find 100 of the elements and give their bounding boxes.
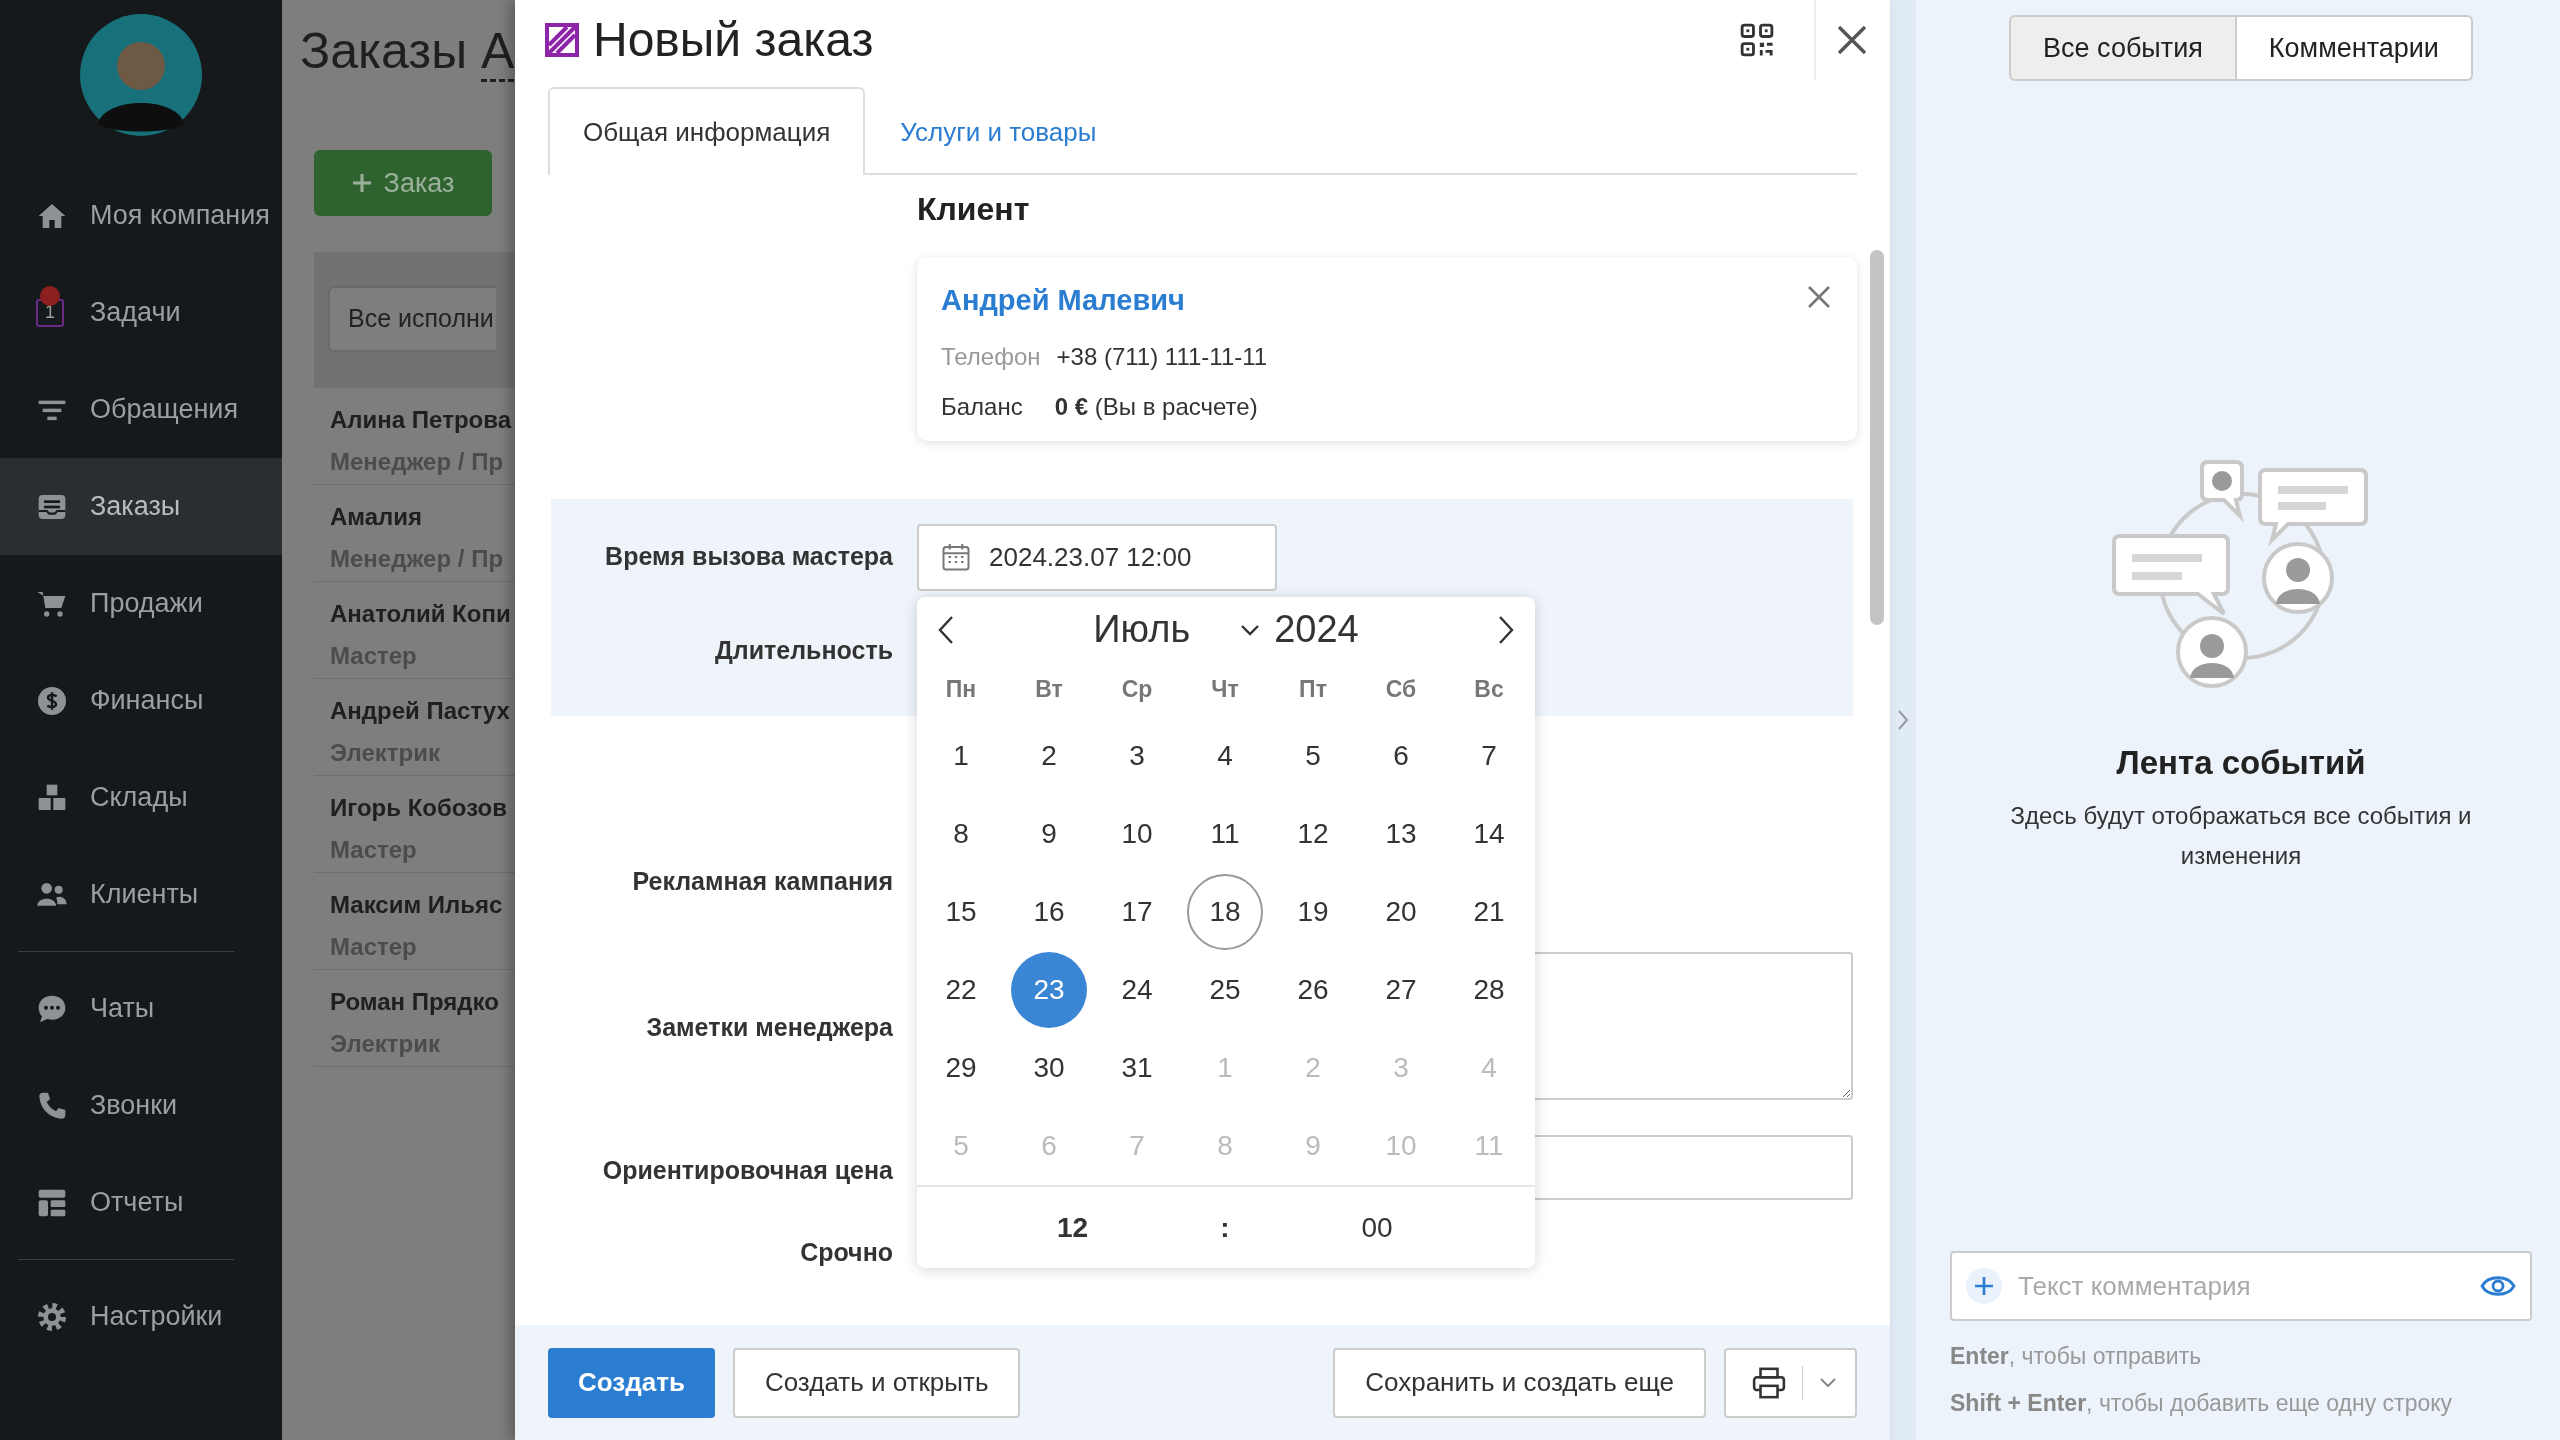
calendar-day[interactable]: 18 — [1187, 874, 1263, 950]
next-month-button[interactable] — [1497, 614, 1515, 645]
calendar-day[interactable]: 22 — [923, 952, 999, 1028]
calendar-day[interactable]: 8 — [923, 796, 999, 872]
field-label: Телефон — [941, 341, 1041, 372]
calendar-day[interactable]: 7 — [1451, 718, 1527, 794]
caret-icon — [1819, 1376, 1837, 1389]
page-title: Заказы — [300, 23, 469, 79]
phone-value: +38 (711) 111-11-11 — [1056, 341, 1268, 372]
sidebar-item[interactable]: Склады — [0, 749, 282, 846]
field-label: Время вызова мастера — [604, 541, 893, 573]
qr-code-button[interactable] — [1740, 23, 1774, 57]
calendar-day[interactable]: 30 — [1011, 1030, 1087, 1106]
weekday-label: Вт — [1035, 675, 1063, 705]
weekday-label: Пт — [1299, 675, 1327, 705]
sidebar-item[interactable]: 1 Задачи — [0, 264, 282, 361]
calendar-day[interactable]: 20 — [1363, 874, 1439, 950]
print-split-button[interactable] — [1724, 1347, 1857, 1418]
sidebar-item[interactable]: Клиенты — [0, 846, 282, 943]
calendar-day[interactable]: 4 — [1187, 718, 1263, 794]
calendar-day[interactable]: 9 — [1011, 796, 1087, 872]
sidebar-item[interactable]: Заказы — [0, 458, 282, 555]
month-dropdown[interactable]: Июль — [1093, 601, 1261, 658]
sidebar-item[interactable]: Настройки — [0, 1268, 282, 1365]
filter-toggle[interactable]: Все события — [2009, 15, 2237, 81]
calendar-day[interactable]: 14 — [1451, 796, 1527, 872]
field-label: Баланс — [941, 391, 1023, 422]
balance-value: 0 € (Вы в расчете) — [1054, 391, 1258, 422]
sidebar-item[interactable]: Отчеты — [0, 1154, 282, 1251]
settings-icon — [36, 1300, 68, 1333]
calendar-day[interactable]: 28 — [1451, 952, 1527, 1028]
hour-field[interactable]: 12 — [1057, 1206, 1089, 1249]
calendar-day[interactable]: 13 — [1363, 796, 1439, 872]
calendar-day[interactable]: 12 — [1275, 796, 1351, 872]
calendar-day[interactable]: 23 — [1011, 952, 1087, 1028]
secondary-button[interactable]: Создать и открыть — [732, 1347, 1021, 1418]
calendar-day[interactable]: 17 — [1099, 874, 1175, 950]
employee-name: Игорь Кобозов — [330, 793, 508, 823]
calendar-day[interactable]: 3 — [1099, 718, 1175, 794]
keyboard-hint: Shift + Enter, чтобы добавить еще одну строку — [1950, 1388, 2454, 1418]
modal-title: Новый заказ — [593, 12, 874, 68]
sidebar-item[interactable]: Продажи — [0, 555, 282, 652]
previous-month-button[interactable] — [937, 614, 955, 645]
sidebar-item[interactable]: Финансы — [0, 652, 282, 749]
calendar-day[interactable]: 2 — [1011, 718, 1087, 794]
employee-name: Андрей Пастух — [330, 696, 511, 726]
calendar-day[interactable]: 19 — [1275, 874, 1351, 950]
date-time-field[interactable]: 2024.23.07 12:00 — [917, 523, 1277, 591]
client-name-link[interactable]: Андрей Малевич — [941, 279, 1185, 323]
tab[interactable]: Услуги и товары — [865, 87, 1132, 175]
calendar-day[interactable]: 27 — [1363, 952, 1439, 1028]
empty-state-text: Здесь будут отображаться все события и изменения — [2009, 800, 2473, 871]
time-separator: : — [1220, 1210, 1230, 1245]
secondary-button[interactable]: Сохранить и создать еще — [1333, 1347, 1706, 1418]
calendar-day[interactable]: 26 — [1275, 952, 1351, 1028]
calendar-day[interactable]: 11 — [1187, 796, 1263, 872]
plus-icon — [351, 173, 372, 193]
keyboard-hint: Enter, чтобы отправить — [1950, 1342, 2203, 1371]
employee-name: Роман Прядко — [330, 987, 500, 1017]
weekday-label: Пн — [945, 675, 977, 705]
minute-field[interactable]: 00 — [1361, 1206, 1393, 1249]
comment-box[interactable]: Текст комментария — [1950, 1251, 2532, 1321]
calendar-day[interactable]: 16 — [1011, 874, 1087, 950]
sidebar-item[interactable]: Чаты — [0, 960, 282, 1057]
field-label: Срочно — [799, 1237, 893, 1269]
employee-name: Анатолий Копи — [330, 599, 512, 629]
calendar-day[interactable]: 31 — [1099, 1030, 1175, 1106]
sidebar-item[interactable]: Звонки — [0, 1057, 282, 1154]
section-heading: Клиент — [917, 190, 1031, 229]
create-button[interactable]: Создать — [548, 1347, 715, 1418]
coin-icon — [36, 684, 68, 717]
printer-icon — [1752, 1366, 1786, 1399]
filter-dropdown[interactable]: Все исполни — [328, 286, 496, 352]
sidebar-item[interactable]: Обращения — [0, 361, 282, 458]
calendar-day[interactable]: 1 — [923, 718, 999, 794]
field-label: Заметки менеджера — [645, 1012, 893, 1043]
close-button[interactable] — [1836, 24, 1868, 56]
calendar-day[interactable]: 15 — [923, 874, 999, 950]
weekday-label: Чт — [1211, 675, 1239, 705]
plus-icon — [1966, 1268, 2002, 1304]
remove-client-button[interactable] — [1807, 285, 1831, 309]
employee-name: Амалия — [330, 502, 424, 532]
calendar-day[interactable]: 21 — [1451, 874, 1527, 950]
sidebar-item[interactable]: Моя компания — [0, 167, 282, 264]
calendar-day[interactable]: 6 — [1363, 718, 1439, 794]
notification-dot — [40, 286, 60, 306]
year-field[interactable]: 2024 — [1274, 601, 1359, 658]
calendar-day[interactable]: 29 — [923, 1030, 999, 1106]
calendar-day[interactable]: 5 — [1275, 718, 1351, 794]
employee-name: Максим Ильяс — [330, 890, 504, 920]
weekday-label: Сб — [1385, 675, 1417, 705]
caret-icon — [1240, 623, 1261, 636]
calendar-icon — [941, 542, 971, 572]
calendar-day[interactable]: 25 — [1187, 952, 1263, 1028]
field-label: Рекламная кампания — [631, 865, 893, 897]
filter-toggle[interactable]: Комментарии — [2236, 15, 2473, 81]
tab[interactable]: Общая информация — [548, 87, 866, 175]
calendar-day[interactable]: 10 — [1099, 796, 1175, 872]
calendar-day[interactable]: 24 — [1099, 952, 1175, 1028]
employee-name: Алина Петрова — [330, 405, 513, 435]
